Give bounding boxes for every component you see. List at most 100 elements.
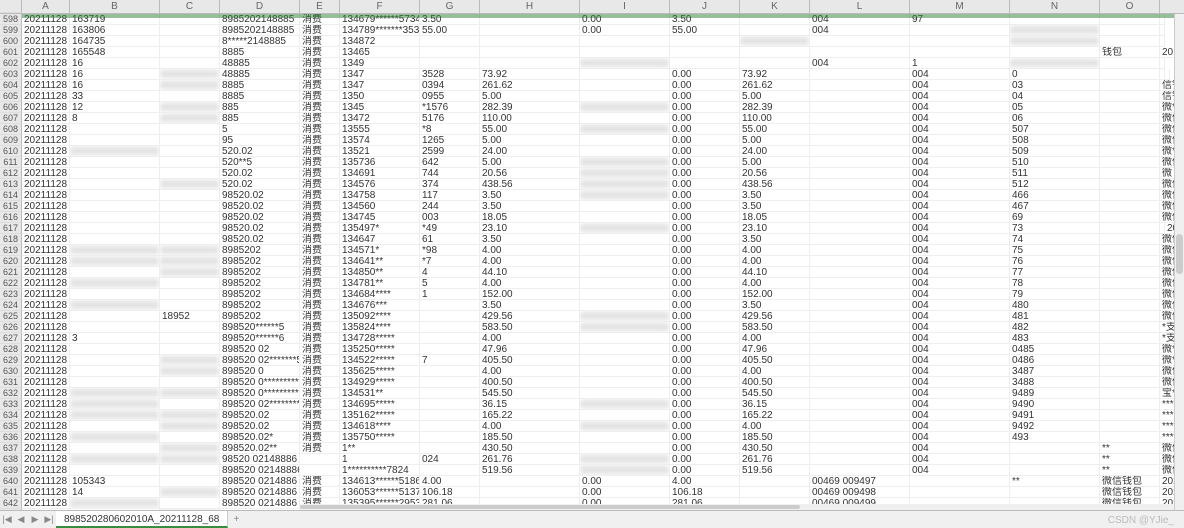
cell[interactable] xyxy=(580,465,670,476)
cell[interactable]: 3.50 xyxy=(480,190,580,201)
cell[interactable]: 480 xyxy=(1010,300,1100,311)
cell[interactable] xyxy=(810,267,910,278)
cell[interactable] xyxy=(910,476,1010,487)
cell[interactable]: 0.00 xyxy=(670,399,740,410)
cell[interactable] xyxy=(1100,245,1160,256)
cell[interactable] xyxy=(300,465,340,476)
cell[interactable]: 20211128 xyxy=(22,432,70,443)
add-sheet-button[interactable]: + xyxy=(228,514,244,525)
table-row[interactable]: 6162021112898520.02消费13474500318.050.001… xyxy=(0,212,1184,223)
cell[interactable]: 004 xyxy=(910,245,1010,256)
cell[interactable]: 48885 xyxy=(220,69,300,80)
row-number[interactable]: 641 xyxy=(0,487,22,498)
cell[interactable] xyxy=(810,355,910,366)
cell[interactable]: 98520 02148886 xyxy=(220,454,300,465)
cell[interactable]: 134641** xyxy=(340,256,420,267)
cell[interactable]: 20211128 xyxy=(22,135,70,146)
cell[interactable] xyxy=(70,289,160,300)
table-row[interactable]: 6092021112895消费1357412655.000.005.000045… xyxy=(0,135,1184,146)
cell[interactable] xyxy=(160,421,220,432)
cell[interactable] xyxy=(160,179,220,190)
cell[interactable]: 20211128 xyxy=(22,212,70,223)
cell[interactable]: 135625***** xyxy=(340,366,420,377)
cell[interactable]: 1 xyxy=(910,58,1010,69)
cell[interactable] xyxy=(160,388,220,399)
cell[interactable] xyxy=(1100,190,1160,201)
cell[interactable]: 135736 xyxy=(340,157,420,168)
col-header-F[interactable]: F xyxy=(340,0,420,13)
cell[interactable] xyxy=(910,36,1010,47)
cell[interactable]: 98520.02 xyxy=(220,234,300,245)
cell[interactable]: 78 xyxy=(1010,278,1100,289)
cell[interactable]: 18952 xyxy=(160,311,220,322)
cell[interactable]: 105343 xyxy=(70,476,160,487)
cell[interactable]: 消费 xyxy=(300,113,340,124)
cell[interactable] xyxy=(810,410,910,421)
cell[interactable]: 69 xyxy=(1010,212,1100,223)
cell[interactable]: 152.00 xyxy=(480,289,580,300)
row-number[interactable]: 628 xyxy=(0,344,22,355)
cell[interactable]: 165548 xyxy=(70,47,160,58)
cell[interactable] xyxy=(160,410,220,421)
scroll-thumb[interactable] xyxy=(1176,234,1183,274)
cell[interactable]: 4.00 xyxy=(740,366,810,377)
cell[interactable]: 7 xyxy=(420,355,480,366)
cell[interactable] xyxy=(580,157,670,168)
cell[interactable] xyxy=(810,223,910,234)
cell[interactable]: 509 xyxy=(1010,146,1100,157)
rows-container[interactable]: 598202111281637198985202148885消费134679**… xyxy=(0,14,1184,510)
row-number[interactable]: 611 xyxy=(0,157,22,168)
cell[interactable] xyxy=(420,465,480,476)
cell[interactable]: 004 xyxy=(910,212,1010,223)
row-number[interactable]: 616 xyxy=(0,212,22,223)
cell[interactable]: 261.62 xyxy=(740,80,810,91)
cell[interactable]: 8985202 xyxy=(220,278,300,289)
cell[interactable]: 493 xyxy=(1010,432,1100,443)
cell[interactable]: 2599 xyxy=(420,146,480,157)
cell[interactable]: 36.15 xyxy=(740,399,810,410)
row-number[interactable]: 640 xyxy=(0,476,22,487)
cell[interactable]: 97 xyxy=(910,14,1010,25)
cell[interactable]: 23.10 xyxy=(740,223,810,234)
cell[interactable] xyxy=(70,432,160,443)
cell[interactable] xyxy=(1100,267,1160,278)
cell[interactable]: 20211128 xyxy=(22,388,70,399)
cell[interactable]: 0.00 xyxy=(670,135,740,146)
cell[interactable] xyxy=(420,47,480,58)
cell[interactable] xyxy=(70,300,160,311)
cell[interactable]: 消费 xyxy=(300,421,340,432)
cell[interactable]: 1** xyxy=(340,443,420,454)
cell[interactable]: 898520.02* xyxy=(220,432,300,443)
cell[interactable]: 20211128 xyxy=(22,69,70,80)
cell[interactable] xyxy=(70,377,160,388)
cell[interactable]: 545.50 xyxy=(480,388,580,399)
cell[interactable]: 18.05 xyxy=(740,212,810,223)
cell[interactable]: 20211128 xyxy=(22,58,70,69)
cell[interactable]: 20211128 xyxy=(22,80,70,91)
cell[interactable] xyxy=(580,201,670,212)
sheet-tab-active[interactable]: 898520280602010A_20211128_68 xyxy=(56,511,228,528)
col-header-O[interactable]: O xyxy=(1100,0,1160,13)
cell[interactable]: 20211128 xyxy=(22,366,70,377)
cell[interactable] xyxy=(580,355,670,366)
col-header-M[interactable]: M xyxy=(910,0,1010,13)
cell[interactable] xyxy=(1100,146,1160,157)
cell[interactable] xyxy=(160,135,220,146)
cell[interactable]: 1**********7824 xyxy=(340,465,420,476)
cell[interactable]: 165.22 xyxy=(740,410,810,421)
cell[interactable]: 004 xyxy=(910,377,1010,388)
table-row[interactable]: 624202111288985202消费134676***3.500.003.5… xyxy=(0,300,1184,311)
row-number[interactable]: 619 xyxy=(0,245,22,256)
cell[interactable]: 117 xyxy=(420,190,480,201)
cell[interactable]: 20211128 xyxy=(22,410,70,421)
cell[interactable] xyxy=(1100,300,1160,311)
cell[interactable]: 004 xyxy=(910,388,1010,399)
cell[interactable] xyxy=(1100,278,1160,289)
cell[interactable]: *98 xyxy=(420,245,480,256)
row-number[interactable]: 623 xyxy=(0,289,22,300)
cell[interactable]: 004 xyxy=(910,69,1010,80)
cell[interactable] xyxy=(160,80,220,91)
cell[interactable]: 20211128 xyxy=(22,333,70,344)
cell[interactable]: 004 xyxy=(910,421,1010,432)
cell[interactable]: 消费 xyxy=(300,36,340,47)
